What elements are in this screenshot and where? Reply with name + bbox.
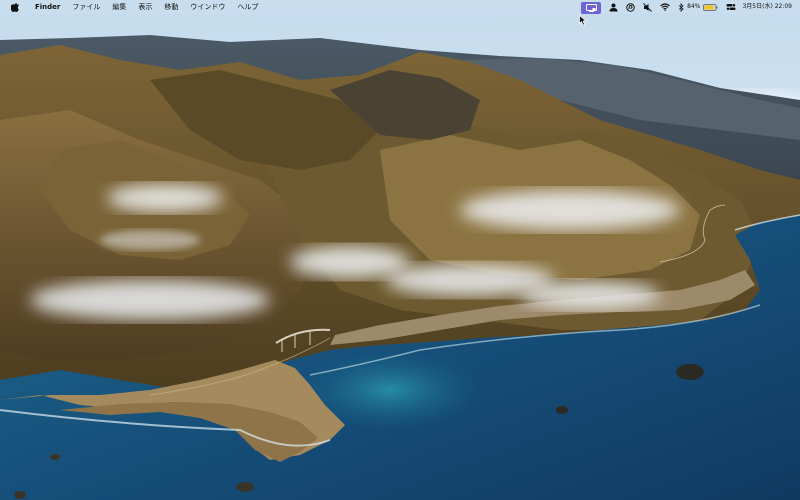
menu-bar-left: Finder ファイル 編集 表示 移動 ウインドウ ヘルプ (0, 0, 264, 14)
menu-bar: Finder ファイル 編集 表示 移動 ウインドウ ヘルプ 84% 3月5日(… (0, 0, 800, 14)
menu-view[interactable]: 表示 (132, 0, 158, 14)
desktop[interactable]: Finder ファイル 編集 表示 移動 ウインドウ ヘルプ 84% 3月5日(… (0, 0, 800, 500)
menu-edit[interactable]: 編集 (106, 0, 132, 14)
apple-logo-icon[interactable] (10, 0, 20, 14)
app-menu-finder[interactable]: Finder (29, 0, 66, 14)
mouse-pointer-icon (579, 11, 587, 30)
mute-icon[interactable] (643, 0, 652, 14)
music-recognition-icon[interactable] (626, 0, 635, 14)
user-icon[interactable] (609, 0, 618, 14)
control-center-icon[interactable] (726, 0, 736, 14)
menu-help[interactable]: ヘルプ (231, 0, 264, 14)
menu-go[interactable]: 移動 (158, 0, 184, 14)
menu-bar-status: 84% 3月5日(水) 22:09 (573, 0, 792, 14)
battery-icon[interactable] (703, 0, 718, 14)
menu-file[interactable]: ファイル (66, 0, 106, 14)
menu-bar-clock[interactable]: 3月5日(水) 22:09 (742, 0, 792, 14)
bluetooth-icon[interactable] (678, 0, 684, 14)
desktop-wallpaper (0, 0, 800, 500)
menu-window[interactable]: ウインドウ (184, 0, 231, 14)
battery-percentage: 84% (687, 3, 701, 10)
wifi-icon[interactable] (660, 0, 671, 14)
